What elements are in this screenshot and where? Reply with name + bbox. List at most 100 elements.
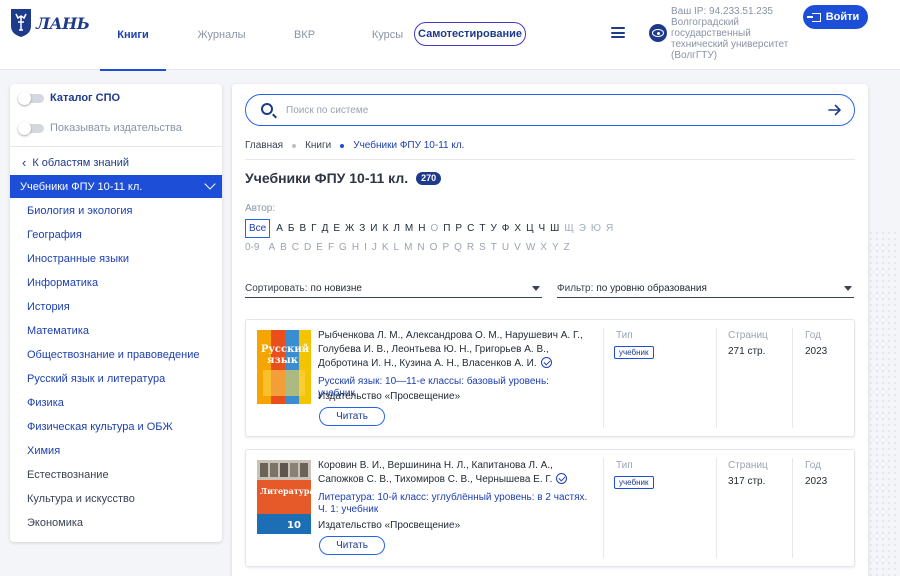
author-letter[interactable]: E	[316, 242, 323, 253]
sidebar-item-history[interactable]: История	[10, 295, 222, 319]
author-letter[interactable]: Z	[564, 242, 570, 253]
author-letter[interactable]: П	[443, 223, 450, 234]
author-letter[interactable]: C	[292, 242, 299, 253]
author-letter[interactable]: 0-9	[245, 242, 259, 253]
author-letter[interactable]: Л	[393, 223, 400, 234]
author-letter[interactable]: S	[479, 242, 486, 253]
read-button[interactable]: Читать	[319, 407, 385, 426]
author-letter[interactable]: R	[467, 242, 474, 253]
author-letter[interactable]: М	[405, 223, 413, 234]
hamburger-menu-icon[interactable]	[611, 27, 625, 38]
author-letter[interactable]: В	[299, 223, 306, 234]
sidebar-item-informatics[interactable]: Информатика	[10, 271, 222, 295]
author-letter[interactable]: А	[276, 223, 283, 234]
read-button[interactable]: Читать	[319, 536, 385, 555]
author-letter[interactable]: V	[514, 242, 521, 253]
author-letter[interactable]: Х	[514, 223, 521, 234]
author-letter[interactable]: С	[467, 223, 474, 234]
author-letter[interactable]: Д	[322, 223, 329, 234]
author-letter[interactable]: N	[417, 242, 424, 253]
author-letter[interactable]: Б	[288, 223, 295, 234]
breadcrumb-books[interactable]: Книги	[305, 140, 331, 151]
sidebar-item-natural-science[interactable]: Естествознание	[10, 463, 222, 487]
author-letter[interactable]: Н	[418, 223, 425, 234]
sidebar-item-physics[interactable]: Физика	[10, 391, 222, 415]
back-to-areas-link[interactable]: ‹ К областям знаний	[22, 156, 129, 169]
author-letter[interactable]: Y	[552, 242, 559, 253]
accessibility-eye-icon[interactable]	[649, 24, 667, 42]
author-letter[interactable]: Щ	[564, 223, 573, 234]
sidebar-item-selected[interactable]: Учебники ФПУ 10-11 кл.	[10, 175, 222, 198]
sidebar-item-economics[interactable]: Экономика	[10, 511, 222, 535]
lan-logo[interactable]: ЛАНЬ	[10, 8, 90, 38]
author-letter[interactable]: B	[280, 242, 287, 253]
sort-select[interactable]: Сортировать: по новизне	[245, 280, 542, 298]
breadcrumb-current: Учебники ФПУ 10-11 кл.	[353, 140, 465, 151]
sidebar-item-languages[interactable]: Иностранные языки	[10, 247, 222, 271]
author-letter[interactable]: I	[364, 242, 367, 253]
author-letter[interactable]: L	[394, 242, 400, 253]
arrow-right-icon[interactable]	[828, 103, 842, 117]
nav-vkr[interactable]: ВКР	[267, 0, 342, 70]
toggle-publishers-row[interactable]: Показывать издательства	[18, 121, 182, 135]
sidebar-item-biology[interactable]: Биология и экология	[10, 199, 222, 223]
search-bar	[245, 94, 855, 126]
breadcrumb-home[interactable]: Главная	[245, 140, 283, 151]
author-letter[interactable]: T	[491, 242, 497, 253]
filter-select[interactable]: Фильтр: по уровню образования	[557, 280, 854, 298]
book-cover[interactable]: Литература 10	[257, 460, 311, 534]
author-letter[interactable]: P	[442, 242, 449, 253]
selftest-button[interactable]: Самотестирование	[414, 22, 526, 46]
author-letter[interactable]: Ю	[591, 223, 601, 234]
author-letter[interactable]: К	[382, 223, 388, 234]
author-letter[interactable]: О	[430, 223, 438, 234]
year-value: 2023	[805, 476, 828, 487]
toggle-switch[interactable]	[18, 121, 44, 135]
author-letter[interactable]: Ч	[538, 223, 545, 234]
author-letter[interactable]: Q	[454, 242, 462, 253]
sidebar-item-russian[interactable]: Русский язык и литература	[10, 367, 222, 391]
author-letter[interactable]: W	[526, 242, 535, 253]
author-letter[interactable]: O	[430, 242, 438, 253]
sidebar-item-math[interactable]: Математика	[10, 319, 222, 343]
author-letter[interactable]: M	[404, 242, 412, 253]
author-letter[interactable]: G	[339, 242, 347, 253]
search-icon[interactable]	[261, 103, 273, 115]
author-letter[interactable]: X	[540, 242, 547, 253]
author-letter[interactable]: Т	[479, 223, 485, 234]
author-letter[interactable]: D	[304, 242, 311, 253]
author-letter[interactable]: Е	[333, 223, 340, 234]
toggle-spo-row[interactable]: Каталог СПО	[18, 91, 120, 105]
sidebar-item-culture[interactable]: Культура и искусство	[10, 487, 222, 511]
nav-journals[interactable]: Журналы	[184, 0, 259, 70]
sidebar-item-chemistry[interactable]: Химия	[10, 439, 222, 463]
author-letter[interactable]: Ф	[502, 223, 510, 234]
author-letter[interactable]: J	[372, 242, 377, 253]
author-letter[interactable]: Ш	[550, 223, 559, 234]
author-letter[interactable]: И	[370, 223, 377, 234]
author-letter[interactable]: F	[328, 242, 334, 253]
nav-books[interactable]: Книги	[100, 0, 166, 71]
book-title[interactable]: Литература: 10-й класс: углублённый уров…	[318, 492, 588, 516]
search-input[interactable]	[286, 101, 806, 119]
author-letter[interactable]: Р	[455, 223, 462, 234]
book-cover[interactable]: Русский язык	[257, 330, 311, 404]
toggle-switch[interactable]	[18, 91, 44, 105]
author-letter[interactable]: У	[490, 223, 496, 234]
login-button[interactable]: Войти	[803, 5, 868, 29]
author-letter[interactable]: U	[502, 242, 509, 253]
author-letter[interactable]: Ж	[345, 223, 354, 234]
author-letter[interactable]: Г	[311, 223, 316, 234]
author-letter[interactable]: Э	[579, 223, 586, 234]
letter-all-button[interactable]: Все	[245, 219, 271, 238]
book-publisher: Издательство «Просвещение»	[318, 520, 461, 531]
author-letter[interactable]: K	[382, 242, 389, 253]
sidebar-item-geography[interactable]: География	[10, 223, 222, 247]
sidebar-item-pe[interactable]: Физическая культура и ОБЖ	[10, 415, 222, 439]
author-letter[interactable]: H	[352, 242, 359, 253]
author-letter[interactable]: A	[268, 242, 275, 253]
author-letter[interactable]: Я	[606, 223, 613, 234]
sidebar-item-social[interactable]: Обществознание и правоведение	[10, 343, 222, 367]
author-letter[interactable]: Ц	[526, 223, 533, 234]
author-letter[interactable]: З	[359, 223, 365, 234]
